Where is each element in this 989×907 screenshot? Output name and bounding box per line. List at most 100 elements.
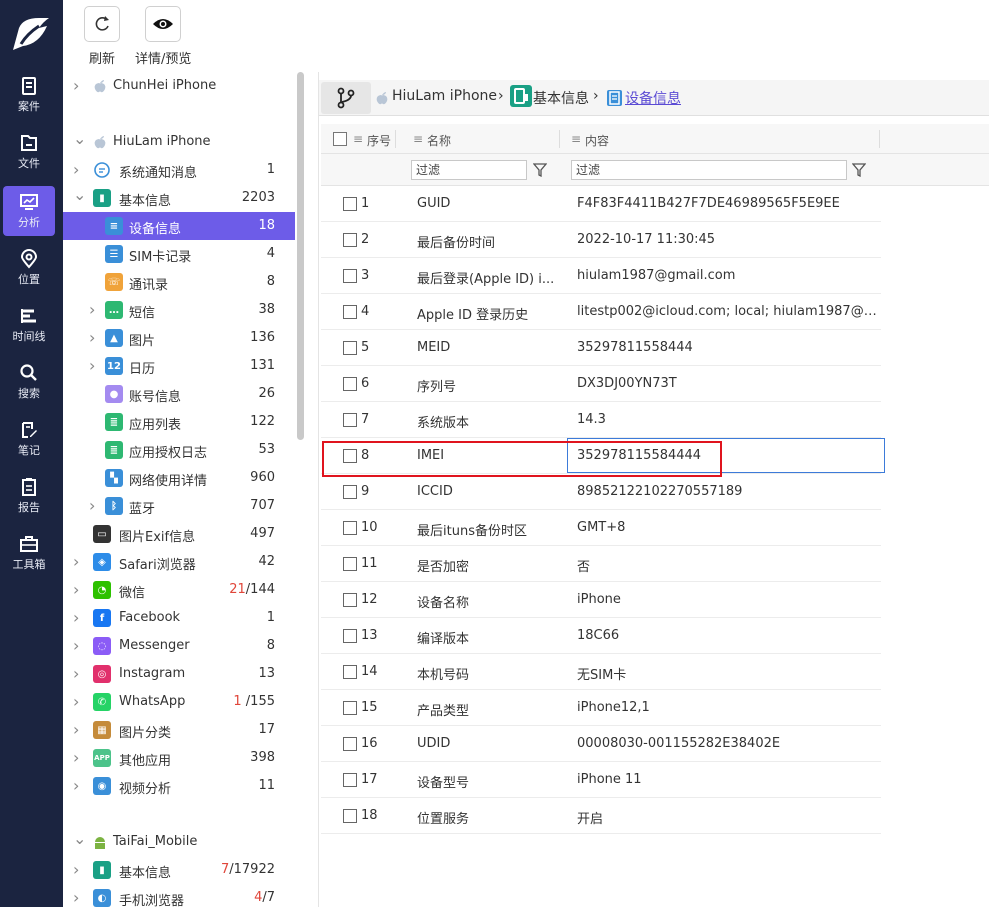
tree-item[interactable]: › ◎ Instagram 13 xyxy=(63,660,295,688)
row-checkbox[interactable] xyxy=(343,629,357,643)
tree-item[interactable]: ● 账号信息 26 xyxy=(63,380,295,408)
select-all-checkbox[interactable] xyxy=(333,132,347,146)
chevron-right-icon[interactable]: › xyxy=(73,694,83,710)
chevron-down-icon[interactable]: ⌄ xyxy=(73,131,86,147)
chevron-right-icon[interactable]: › xyxy=(73,638,83,654)
table-row[interactable]: 9 ICCID 89852122102270557189 xyxy=(321,474,881,510)
tree-item[interactable]: ▭ 图片Exif信息 497 xyxy=(63,520,295,548)
tree-item[interactable]: › 系统通知消息 1 xyxy=(63,156,295,184)
chevron-right-icon[interactable]: › xyxy=(89,498,99,514)
row-checkbox[interactable] xyxy=(343,521,357,535)
column-menu-icon[interactable]: ≡ xyxy=(353,132,363,146)
header-name[interactable]: 名称 xyxy=(427,132,451,149)
tree-item[interactable]: › ᛒ 蓝牙 707 xyxy=(63,492,295,520)
tree-item[interactable]: › ✆ WhatsApp 1 /155 xyxy=(63,688,295,716)
row-checkbox[interactable] xyxy=(343,197,357,211)
row-content[interactable]: 2022-10-17 11:30:45 xyxy=(577,232,877,247)
row-checkbox[interactable] xyxy=(343,593,357,607)
row-checkbox[interactable] xyxy=(343,557,357,571)
row-checkbox[interactable] xyxy=(343,341,357,355)
detail-preview-button[interactable]: 详情/预览 xyxy=(135,6,191,67)
chevron-right-icon[interactable]: › xyxy=(73,78,83,94)
chevron-right-icon[interactable]: › xyxy=(73,666,83,682)
table-row[interactable]: 3 最后登录(Apple ID) i... hiulam1987@gmail.com xyxy=(321,258,881,294)
tree-item[interactable]: › ▦ 图片分类 17 xyxy=(63,716,295,744)
tree-item[interactable]: › ▮ 基本信息 7/17922 xyxy=(63,856,295,884)
chevron-right-icon[interactable]: › xyxy=(73,778,83,794)
row-checkbox[interactable] xyxy=(343,233,357,247)
tree-scrollbar[interactable] xyxy=(297,72,304,440)
table-row[interactable]: 11 是否加密 否 xyxy=(321,546,881,582)
row-content[interactable]: iPhone xyxy=(577,592,877,607)
row-content[interactable]: F4F83F4411B427F7DE46989565F5E9EE xyxy=(577,196,877,211)
chevron-down-icon[interactable]: ⌄ xyxy=(73,831,86,847)
table-row[interactable]: 2 最后备份时间 2022-10-17 11:30:45 xyxy=(321,222,881,258)
tree-item[interactable]: › ChunHei iPhone xyxy=(63,72,295,100)
row-checkbox[interactable] xyxy=(343,773,357,787)
tree-item[interactable]: ⌄ HiuLam iPhone xyxy=(63,128,295,156)
row-content[interactable]: 开启 xyxy=(577,808,877,827)
table-row[interactable]: 17 设备型号 iPhone 11 xyxy=(321,762,881,798)
breadcrumb-current[interactable]: 设备信息 xyxy=(625,88,681,108)
header-content[interactable]: 内容 xyxy=(585,132,609,149)
tree-item[interactable]: › ◈ Safari浏览器 42 xyxy=(63,548,295,576)
table-row[interactable]: 7 系统版本 14.3 xyxy=(321,402,881,438)
rail-file[interactable]: 文件 xyxy=(3,127,55,177)
tree-item[interactable]: ☏ 通讯录 8 xyxy=(63,268,295,296)
row-checkbox[interactable] xyxy=(343,269,357,283)
row-checkbox[interactable] xyxy=(343,701,357,715)
column-menu-icon[interactable]: ≡ xyxy=(413,132,423,146)
table-row[interactable]: 16 UDID 00008030-001155282E38402E xyxy=(321,726,881,762)
breadcrumb-device[interactable]: HiuLam iPhone xyxy=(392,88,497,104)
tree-item[interactable]: ▚ 网络使用详情 960 xyxy=(63,464,295,492)
chevron-right-icon[interactable]: › xyxy=(73,890,83,906)
row-content[interactable]: litestp002@icloud.com; local; hiulam1987… xyxy=(577,304,877,319)
row-content[interactable]: iPhone 11 xyxy=(577,772,877,787)
tree-item[interactable]: › ▲ 图片 136 xyxy=(63,324,295,352)
chevron-right-icon[interactable]: › xyxy=(89,302,99,318)
rail-timeline[interactable]: 时间线 xyxy=(3,300,55,350)
row-content[interactable]: 00008030-001155282E38402E xyxy=(577,736,877,751)
rail-note[interactable]: 笔记 xyxy=(3,414,55,464)
branch-button[interactable] xyxy=(321,82,371,114)
row-content[interactable]: 89852122102270557189 xyxy=(577,484,877,499)
row-content[interactable]: DX3DJ00YN73T xyxy=(577,376,877,391)
rail-search[interactable]: 搜索 xyxy=(3,357,55,407)
tree-item[interactable]: ≣ 应用授权日志 53 xyxy=(63,436,295,464)
name-filter-input[interactable]: 过滤 xyxy=(411,160,527,180)
chevron-right-icon[interactable]: › xyxy=(73,582,83,598)
chevron-right-icon[interactable]: › xyxy=(73,722,83,738)
row-checkbox[interactable] xyxy=(343,305,357,319)
row-content[interactable]: 无SIM卡 xyxy=(577,664,877,683)
tree-item[interactable]: ☰ SIM卡记录 4 xyxy=(63,240,295,268)
tree-item[interactable]: › ◌ Messenger 8 xyxy=(63,632,295,660)
refresh-button[interactable]: 刷新 xyxy=(84,6,120,67)
table-row[interactable]: 5 MEID 35297811558444 xyxy=(321,330,881,366)
chevron-right-icon[interactable]: › xyxy=(73,554,83,570)
row-content[interactable]: GMT+8 xyxy=(577,520,877,535)
row-content[interactable]: 14.3 xyxy=(577,412,877,427)
chevron-right-icon[interactable]: › xyxy=(73,862,83,878)
name-filter-button[interactable] xyxy=(529,160,551,180)
chevron-right-icon[interactable]: › xyxy=(73,750,83,766)
chevron-right-icon[interactable]: › xyxy=(89,358,99,374)
chevron-right-icon[interactable]: › xyxy=(73,610,83,626)
rail-toolbox[interactable]: 工具箱 xyxy=(3,528,55,578)
table-row[interactable]: 15 产品类型 iPhone12,1 xyxy=(321,690,881,726)
breadcrumb-category[interactable]: 基本信息 xyxy=(533,88,589,108)
row-checkbox[interactable] xyxy=(343,737,357,751)
content-filter-button[interactable] xyxy=(848,160,870,180)
row-checkbox[interactable] xyxy=(343,377,357,391)
table-row[interactable]: 18 位置服务 开启 xyxy=(321,798,881,834)
table-row[interactable]: 6 序列号 DX3DJ00YN73T xyxy=(321,366,881,402)
tree-item[interactable]: ≡ 设备信息 18 xyxy=(63,212,295,240)
tree-item[interactable]: › … 短信 38 xyxy=(63,296,295,324)
chevron-right-icon[interactable]: › xyxy=(89,330,99,346)
header-index[interactable]: 序号 xyxy=(367,132,391,149)
table-row[interactable]: 12 设备名称 iPhone xyxy=(321,582,881,618)
column-divider[interactable] xyxy=(559,130,560,148)
chevron-right-icon[interactable]: › xyxy=(73,162,83,178)
row-content[interactable]: 35297811558444 xyxy=(577,340,877,355)
tree-item[interactable]: › ◉ 视频分析 11 xyxy=(63,772,295,800)
rail-location[interactable]: 位置 xyxy=(3,243,55,293)
